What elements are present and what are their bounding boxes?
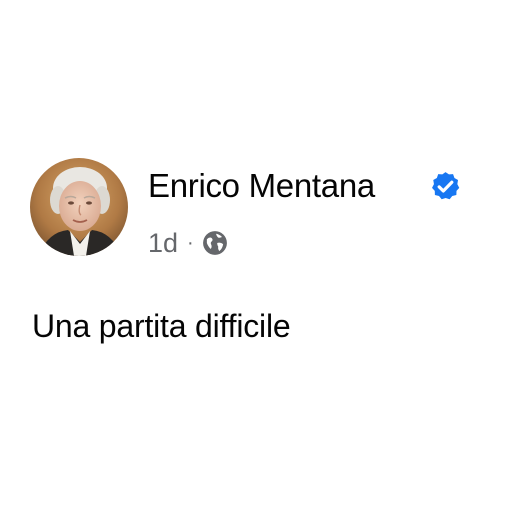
author-name[interactable]: Enrico Mentana: [148, 166, 375, 206]
facebook-post: Enrico Mentana 1d · Una partita difficil…: [0, 0, 512, 512]
post-meta: 1d ·: [148, 226, 228, 260]
globe-icon[interactable]: [202, 230, 228, 256]
post-timestamp[interactable]: 1d: [148, 226, 178, 260]
meta-separator: ·: [187, 232, 194, 254]
post-body-text: Una partita difficile: [32, 308, 291, 344]
author-avatar[interactable]: [30, 158, 128, 256]
profile-photo: [30, 158, 128, 256]
verified-badge-icon: [432, 172, 460, 200]
